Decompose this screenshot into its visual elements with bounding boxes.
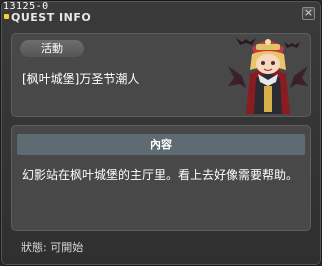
quest-type-badge: 活動 bbox=[20, 40, 84, 57]
quest-content-panel: 內容 幻影站在枫叶城堡的主厅里。看上去好像需要帮助。 bbox=[11, 125, 311, 231]
content-header: 內容 bbox=[17, 134, 305, 155]
close-icon: × bbox=[303, 6, 314, 19]
npc-portrait-icon bbox=[228, 38, 308, 114]
quest-status: 狀態: 可開始 bbox=[21, 241, 84, 254]
title-dot-icon bbox=[4, 14, 9, 19]
quest-summary-panel: 活動 [枫叶城堡]万圣节潮人 bbox=[11, 33, 311, 117]
quest-name: [枫叶城堡]万圣节潮人 bbox=[22, 72, 140, 86]
quest-info-window: 13125-0 QUEST INFO × 活動 [枫叶城堡]万圣节潮人 內容 幻… bbox=[0, 0, 322, 266]
close-button[interactable]: × bbox=[302, 7, 315, 20]
quest-description: 幻影站在枫叶城堡的主厅里。看上去好像需要帮助。 bbox=[22, 168, 299, 182]
window-title: QUEST INFO bbox=[11, 11, 92, 24]
